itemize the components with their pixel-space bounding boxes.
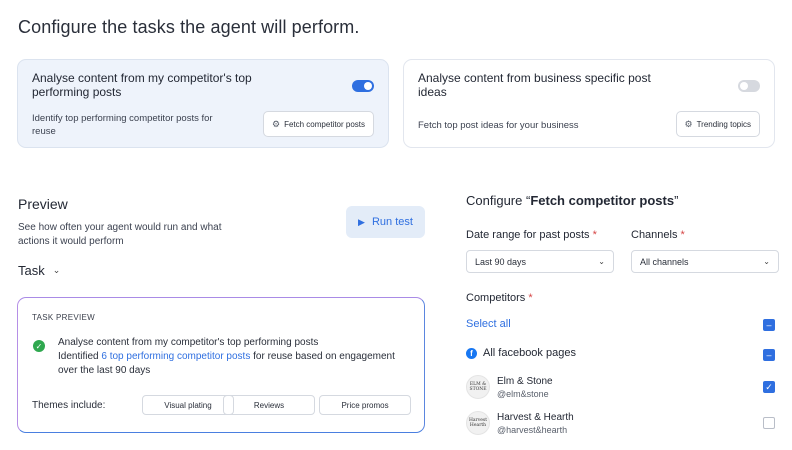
channels-value: All channels <box>640 256 689 267</box>
all-facebook-pages-label: All facebook pages <box>483 347 576 359</box>
competitors-label: Competitors * <box>466 292 533 304</box>
theme-chip[interactable]: Reviews <box>223 395 315 415</box>
config-title-task: Fetch competitor posts <box>530 193 675 208</box>
all-facebook-pages-row: f All facebook pages <box>466 347 576 359</box>
channels-label-text: Channels <box>631 229 678 241</box>
date-range-value: Last 90 days <box>475 256 527 267</box>
task-preview-line2: Identified 6 top performing competitor p… <box>58 350 398 378</box>
task-preview-line1: Analyse content from my competitor's top… <box>58 337 319 348</box>
select-all-checkbox[interactable]: – <box>763 319 775 331</box>
chevron-down-icon: ⌄ <box>763 257 770 266</box>
competitor-checkbox[interactable]: ✓ <box>763 381 775 393</box>
channels-select[interactable]: All channels ⌄ <box>631 250 779 273</box>
gear-icon: ⚙ <box>272 118 281 129</box>
task-line2-prefix: Identified <box>58 351 102 362</box>
config-title-suffix: ” <box>674 193 679 208</box>
required-mark: * <box>592 229 597 241</box>
avatar: Harvest Hearth <box>466 411 490 435</box>
theme-chip[interactable]: Visual plating <box>142 395 234 415</box>
chevron-down-icon: ⌄ <box>598 257 605 266</box>
page-title: Configure the tasks the agent will perfo… <box>18 17 360 37</box>
task-toggle[interactable] <box>352 80 374 92</box>
button-label: Trending topics <box>696 119 751 129</box>
task-dropdown[interactable]: Task ⌄ <box>18 263 60 278</box>
toggle-knob <box>740 82 748 90</box>
button-label: Fetch competitor posts <box>284 119 365 129</box>
theme-chip[interactable]: Price promos <box>319 395 411 415</box>
config-title: Configure “Fetch competitor posts” <box>466 193 678 208</box>
themes-label: Themes include: <box>32 400 106 411</box>
competitors-label-text: Competitors <box>466 292 526 304</box>
task-preview-label: TASK PREVIEW <box>32 313 96 322</box>
preview-description: See how often your agent would run and w… <box>18 222 222 247</box>
avatar: ELM & STONE <box>466 375 490 399</box>
competitor-handle: @harvest&hearth <box>497 425 568 435</box>
task-preview-text: Analyse content from my competitor's top… <box>58 336 398 378</box>
task-card-business-ideas[interactable]: Analyse content from business specific p… <box>403 59 775 148</box>
run-test-button[interactable]: ▶ Run test <box>346 206 425 238</box>
competitor-posts-link[interactable]: 6 top performing competitor posts <box>101 351 250 362</box>
check-circle-icon: ✓ <box>33 340 45 352</box>
fetch-competitor-posts-button[interactable]: ⚙ Fetch competitor posts <box>263 111 374 137</box>
select-all-link[interactable]: Select all <box>466 318 511 330</box>
task-label: Task <box>18 263 45 278</box>
date-range-label-text: Date range for past posts <box>466 229 590 241</box>
competitor-name: Harvest & Hearth <box>497 412 574 423</box>
date-range-label: Date range for past posts * <box>466 229 597 241</box>
task-card-description: Identify top performing competitor posts… <box>32 113 213 137</box>
run-test-label: Run test <box>371 216 413 228</box>
competitor-handle: @elm&stone <box>497 389 549 399</box>
play-icon: ▶ <box>358 216 365 227</box>
task-preview-panel: TASK PREVIEW ✓ Analyse content from my c… <box>17 297 425 433</box>
required-mark: * <box>680 229 685 241</box>
task-card-title: Analyse content from business specific p… <box>418 71 651 99</box>
chevron-down-icon: ⌄ <box>52 265 61 275</box>
preview-title: Preview <box>18 196 68 212</box>
competitor-checkbox[interactable] <box>763 417 775 429</box>
task-card-competitor[interactable]: Analyse content from my competitor's top… <box>17 59 389 148</box>
facebook-icon: f <box>466 347 477 359</box>
facebook-pages-checkbox[interactable]: – <box>763 349 775 361</box>
competitor-name: Elm & Stone <box>497 376 553 387</box>
task-card-description: Fetch top post ideas for your business <box>418 120 579 131</box>
date-range-select[interactable]: Last 90 days ⌄ <box>466 250 614 273</box>
task-toggle[interactable] <box>738 80 760 92</box>
task-card-title: Analyse content from my competitor's top… <box>32 71 252 99</box>
required-mark: * <box>528 292 533 304</box>
config-title-prefix: Configure “ <box>466 193 531 208</box>
trending-topics-button[interactable]: ⚙ Trending topics <box>675 111 760 137</box>
toggle-knob <box>364 82 372 90</box>
gear-icon: ⚙ <box>684 118 693 129</box>
channels-label: Channels * <box>631 229 685 241</box>
